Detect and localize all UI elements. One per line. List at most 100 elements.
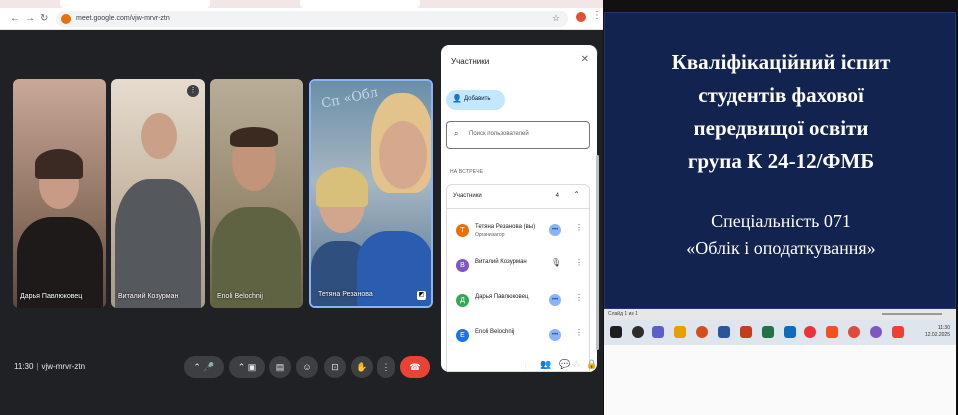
reload-icon[interactable]: ↻ (40, 13, 48, 25)
chrome-icon[interactable] (848, 326, 860, 338)
participants-group: Участники 4 ⌃ Т Тетяна Резанова (вы) Орг… (446, 184, 590, 372)
presentation-status-bar: Слайд 1 из 1 (604, 309, 956, 320)
app-icon[interactable] (696, 326, 708, 338)
search-icon: ⌕ (454, 129, 459, 138)
participant-name: Enoli Belochnij (475, 329, 515, 335)
browser-menu-icon[interactable]: ⋮ (592, 10, 602, 21)
info-icon[interactable]: ⓘ (521, 359, 530, 372)
meeting-info: 11:30 | vjw-mrvr-ztn (14, 362, 85, 371)
mic-toggle-button[interactable]: ⌃ 🎤 (184, 356, 224, 378)
participant-role: Организатор (475, 232, 505, 238)
participant-row[interactable]: В Виталий Козурман 🎙 ⋮ (447, 252, 589, 282)
participant-row[interactable]: E Enoli Belochnij ••• ⋮ (447, 322, 589, 352)
site-favicon-icon (61, 14, 71, 24)
present-button[interactable]: ⊡ (324, 356, 346, 378)
avatar: Т (456, 224, 469, 237)
search-icon[interactable] (632, 326, 644, 338)
viber-icon[interactable] (870, 326, 882, 338)
powerpoint-icon[interactable] (740, 326, 752, 338)
speaking-indicator-icon: ••• (549, 224, 561, 236)
person-head (379, 121, 427, 189)
lock-icon[interactable]: 🔒 (586, 359, 597, 370)
search-people-input[interactable]: ⌕ Поиск пользователей (446, 121, 590, 149)
app-icon[interactable] (892, 326, 904, 338)
panel-scrollbar[interactable] (596, 155, 599, 350)
participant-row[interactable]: Д Дарья Павлюковец ••• ⋮ (447, 287, 589, 317)
excel-icon[interactable] (762, 326, 774, 338)
more-options-icon[interactable]: ⋮ (575, 258, 583, 267)
people-icon[interactable]: 👥 (540, 359, 551, 370)
avatar: В (456, 259, 469, 272)
browser-tab[interactable] (60, 0, 210, 8)
taskbar-clock[interactable]: 11:30 12.02.2025 (925, 325, 950, 339)
address-bar-row: ← → ↻ meet.google.com/vjw-mrvr-ztn ☆ (0, 8, 603, 30)
forward-icon[interactable]: → (25, 13, 35, 25)
activities-icon[interactable]: ⁂ (572, 359, 581, 370)
more-options-icon[interactable]: ⋮ (575, 293, 583, 302)
edge-icon[interactable] (784, 326, 796, 338)
slide-subtitle-line: Спеціальність 071 (711, 211, 851, 231)
teams-icon[interactable] (652, 326, 664, 338)
add-people-button[interactable]: 👤 Добавить (446, 90, 505, 110)
participant-row[interactable]: Т Тетяна Резанова (вы) Организатор ••• ⋮ (447, 217, 589, 247)
slide: Кваліфікаційний іспит студентів фахової … (604, 12, 956, 309)
avatar: Д (456, 294, 469, 307)
back-icon[interactable]: ← (10, 13, 20, 25)
video-tile[interactable]: Дарья Павлюковец (13, 79, 106, 308)
add-person-icon: 👤 (452, 94, 462, 103)
person-head (141, 113, 177, 159)
slide-counter: Слайд 1 из 1 (608, 311, 638, 317)
slide-title-line: передвищої освіти (693, 116, 869, 140)
chevron-up-icon[interactable]: ⌃ (573, 190, 580, 199)
participants-group-header[interactable]: Участники 4 ⌃ (447, 185, 589, 209)
mic-off-icon[interactable]: 🎙 (551, 258, 561, 267)
video-tile[interactable]: Enoli Belochnij (210, 79, 303, 308)
camera-toggle-button[interactable]: ⌃ ▣ (229, 356, 265, 378)
slide-subtitle-line: «Облік і оподаткування» (686, 238, 876, 258)
file-explorer-icon[interactable] (674, 326, 686, 338)
tile-name: Enoli Belochnij (217, 293, 263, 300)
add-people-label: Добавить (464, 96, 491, 102)
participant-name: Тетяна Резанова (вы) (475, 224, 536, 230)
section-label: НА ВСТРЕЧЕ (450, 169, 484, 175)
close-icon[interactable]: ✕ (581, 54, 589, 65)
speaking-indicator-icon: ••• (549, 329, 561, 341)
address-bar[interactable]: meet.google.com/vjw-mrvr-ztn ☆ (56, 11, 568, 27)
participants-panel: Участники ✕ 👤 Добавить ⌕ Поиск пользоват… (441, 45, 597, 372)
person-hair (316, 167, 368, 207)
raise-hand-button[interactable]: ✋ (351, 356, 373, 378)
reactions-button[interactable]: ☺ (296, 356, 318, 378)
url-text[interactable]: meet.google.com/vjw-mrvr-ztn (76, 14, 170, 24)
captions-button[interactable]: ▤ (269, 356, 291, 378)
chat-icon[interactable]: 💬 (559, 359, 570, 370)
participant-name: Дарья Павлюковец (475, 294, 529, 300)
bookmark-star-icon[interactable]: ☆ (552, 13, 560, 24)
opera-icon[interactable] (804, 326, 816, 338)
video-tile-active[interactable]: Сп «Обл ◩ Тетяна Резанова (309, 79, 433, 308)
slide-title: Кваліфікаційний іспит студентів фахової … (605, 46, 957, 178)
meeting-code: vjw-mrvr-ztn (41, 362, 86, 371)
browser-window: ← → ↻ meet.google.com/vjw-mrvr-ztn ☆ ⋮ ●… (0, 0, 603, 415)
pin-icon[interactable]: ◩ (417, 291, 426, 300)
word-icon[interactable] (718, 326, 730, 338)
person-hair (35, 149, 83, 179)
speaking-indicator-icon: ••• (549, 294, 561, 306)
zoom-slider[interactable] (872, 310, 952, 318)
more-options-icon[interactable]: ⋮ (575, 223, 583, 232)
browser-tab[interactable] (300, 0, 420, 8)
blank-area (604, 345, 956, 415)
profile-avatar[interactable] (576, 12, 586, 22)
video-tile[interactable]: ⋮ Виталий Козурман (111, 79, 205, 308)
tile-name: Дарья Павлюковец (20, 293, 83, 300)
start-icon[interactable] (610, 326, 622, 338)
app-icon[interactable] (826, 326, 838, 338)
group-label: Участники (453, 193, 482, 199)
panel-title: Участники (451, 57, 490, 66)
slide-title-line: студентів фахової (698, 83, 864, 107)
meeting-separator: | (36, 362, 39, 371)
more-options-icon[interactable]: ⋮ (575, 328, 583, 337)
end-call-button[interactable]: ☎ (400, 356, 430, 378)
more-options-icon[interactable]: ⋮ (187, 85, 199, 97)
group-count: 4 (555, 193, 559, 199)
more-options-button[interactable]: ⋮ (377, 356, 395, 378)
